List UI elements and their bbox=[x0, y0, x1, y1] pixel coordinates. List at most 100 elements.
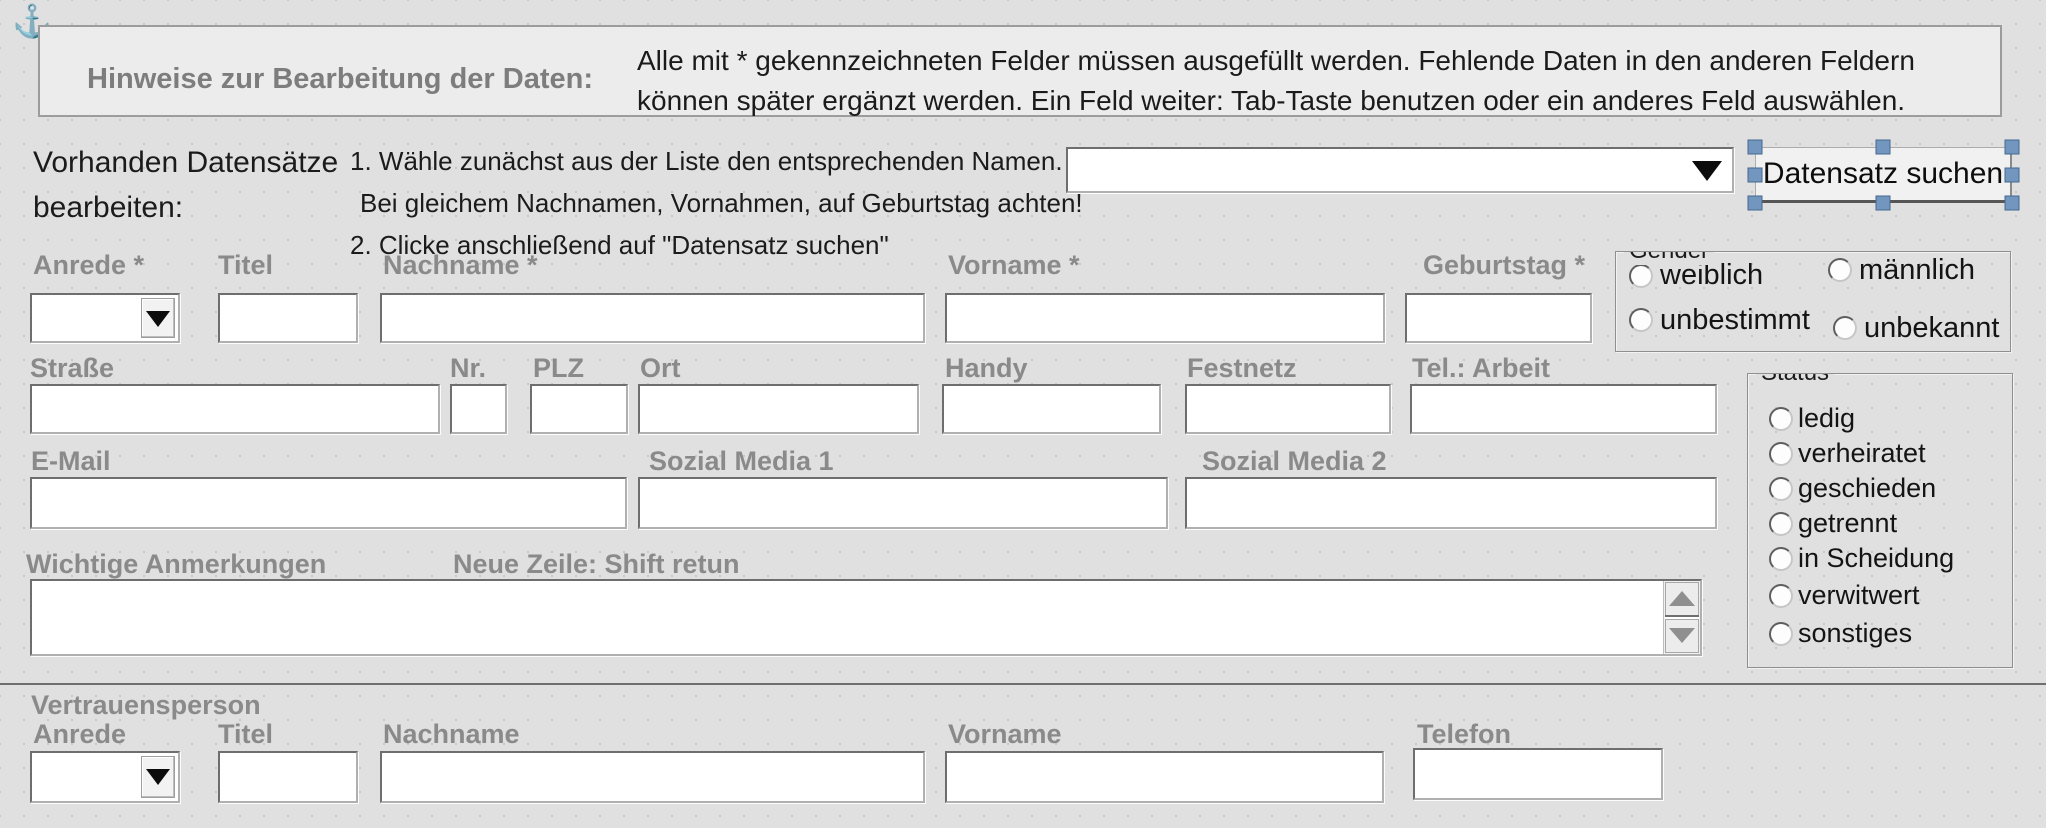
scroll-up-button[interactable] bbox=[1665, 582, 1699, 616]
handy-input[interactable] bbox=[942, 384, 1161, 434]
ort-input[interactable] bbox=[638, 384, 919, 434]
sozial-media-2-input[interactable] bbox=[1185, 477, 1717, 529]
existing-records-label-line1: Vorhanden Datensätze bbox=[33, 140, 338, 185]
titel-input[interactable] bbox=[218, 293, 358, 343]
hint-box-title: Hinweise zur Bearbeitung der Daten: bbox=[87, 63, 593, 96]
tel-arbeit-label: Tel.: Arbeit bbox=[1412, 353, 1550, 384]
plz-input[interactable] bbox=[530, 384, 628, 434]
email-label: E-Mail bbox=[31, 446, 111, 477]
neue-zeile-hint-label: Neue Zeile: Shift retun bbox=[453, 549, 740, 580]
gender-radio-unbestimmt-label[interactable]: unbestimmt bbox=[1660, 304, 1810, 337]
vorname-input[interactable] bbox=[945, 293, 1385, 343]
hint-text-line1: Alle mit * gekennzeichneten Felder müsse… bbox=[637, 41, 1915, 81]
anmerkungen-textarea[interactable] bbox=[32, 581, 1664, 654]
nachname-label: Nachname * bbox=[383, 250, 538, 281]
sozial-media-2-label: Sozial Media 2 bbox=[1202, 446, 1387, 477]
plz-label: PLZ bbox=[533, 353, 584, 384]
strasse-label: Straße bbox=[30, 353, 114, 384]
anmerkungen-label: Wichtige Anmerkungen bbox=[26, 549, 326, 580]
name-search-combobox[interactable] bbox=[1066, 147, 1734, 193]
gender-radio-unbekannt[interactable] bbox=[1833, 316, 1857, 340]
selection-handle-bottom-right[interactable] bbox=[2005, 196, 2020, 211]
status-radio-geschieden[interactable] bbox=[1769, 477, 1793, 501]
search-instruction-2: Bei gleichem Nachnamen, Vornahmen, auf G… bbox=[360, 188, 1083, 219]
anrede-dropdown-button[interactable] bbox=[141, 298, 175, 338]
status-radio-getrennt[interactable] bbox=[1769, 512, 1793, 536]
existing-records-label-line2: bearbeiten: bbox=[33, 185, 183, 230]
sozial-media-1-label: Sozial Media 1 bbox=[649, 446, 834, 477]
gender-group-legend: Gender bbox=[1624, 251, 1714, 265]
status-group: Status ledig verheiratet geschieden getr… bbox=[1747, 373, 2013, 668]
selection-handle-bottom-left[interactable] bbox=[1748, 196, 1763, 211]
vp-vorname-input[interactable] bbox=[945, 751, 1384, 803]
status-group-legend: Status bbox=[1756, 373, 1834, 387]
gender-group: Gender weiblich männlich unbestimmt unbe… bbox=[1615, 251, 2011, 352]
vp-telefon-label: Telefon bbox=[1417, 719, 1511, 750]
strasse-input[interactable] bbox=[30, 384, 440, 434]
status-radio-sonstiges-label[interactable]: sonstiges bbox=[1798, 618, 1912, 649]
handy-label: Handy bbox=[945, 353, 1028, 384]
scroll-down-button[interactable] bbox=[1665, 619, 1699, 653]
selection-handle-top-left[interactable] bbox=[1748, 140, 1763, 155]
geburtstag-label: Geburtstag * bbox=[1423, 250, 1585, 281]
sozial-media-1-input[interactable] bbox=[638, 477, 1168, 529]
selection-handle-top-right[interactable] bbox=[2005, 140, 2020, 155]
festnetz-input[interactable] bbox=[1185, 384, 1391, 434]
status-radio-getrennt-label[interactable]: getrennt bbox=[1798, 508, 1897, 539]
selection-handle-top-middle[interactable] bbox=[1876, 140, 1891, 155]
vp-anrede-dropdown[interactable] bbox=[30, 751, 180, 803]
selection-handle-middle-left[interactable] bbox=[1748, 168, 1763, 183]
status-radio-verwitwert-label[interactable]: verwitwert bbox=[1798, 580, 1920, 611]
gender-radio-unbestimmt[interactable] bbox=[1629, 308, 1653, 332]
selection-handle-middle-right[interactable] bbox=[2005, 168, 2020, 183]
status-radio-ledig-label[interactable]: ledig bbox=[1798, 403, 1855, 434]
ort-label: Ort bbox=[640, 353, 681, 384]
vp-nachname-label: Nachname bbox=[383, 719, 520, 750]
vp-titel-label: Titel bbox=[218, 719, 273, 750]
anrede-label: Anrede * bbox=[33, 250, 144, 281]
status-radio-geschieden-label[interactable]: geschieden bbox=[1798, 473, 1936, 504]
tel-arbeit-input[interactable] bbox=[1410, 384, 1717, 434]
status-radio-sonstiges[interactable] bbox=[1769, 622, 1793, 646]
dropdown-arrow-icon[interactable] bbox=[1692, 161, 1722, 181]
gender-radio-weiblich[interactable] bbox=[1629, 264, 1653, 288]
scroll-up-arrow-icon bbox=[1669, 591, 1695, 606]
status-radio-in-scheidung[interactable] bbox=[1769, 547, 1793, 571]
status-radio-verheiratet-label[interactable]: verheiratet bbox=[1798, 438, 1926, 469]
search-instruction-1: 1. Wähle zunächst aus der Liste den ents… bbox=[350, 146, 1063, 177]
gender-radio-maennlich-label[interactable]: männlich bbox=[1859, 254, 1975, 287]
status-radio-verheiratet[interactable] bbox=[1769, 442, 1793, 466]
geburtstag-input[interactable] bbox=[1405, 293, 1592, 343]
titel-label: Titel bbox=[218, 250, 273, 281]
nr-label: Nr. bbox=[450, 353, 486, 384]
status-radio-ledig[interactable] bbox=[1769, 407, 1793, 431]
hint-box: Hinweise zur Bearbeitung der Daten: Alle… bbox=[38, 25, 2002, 117]
anmerkungen-scrollbar[interactable] bbox=[1663, 581, 1700, 654]
vp-telefon-input[interactable] bbox=[1413, 748, 1663, 800]
vp-anrede-label: Anrede bbox=[33, 719, 126, 750]
vorname-label: Vorname * bbox=[948, 250, 1080, 281]
vp-vorname-label: Vorname bbox=[948, 719, 1062, 750]
anmerkungen-textarea-frame bbox=[30, 579, 1702, 656]
hint-text-line2: können später ergänzt werden. Ein Feld w… bbox=[637, 81, 1905, 121]
gender-radio-maennlich[interactable] bbox=[1828, 258, 1852, 282]
nr-input[interactable] bbox=[450, 384, 507, 434]
selection-handle-bottom-middle[interactable] bbox=[1876, 196, 1891, 211]
vp-anrede-dropdown-button[interactable] bbox=[141, 756, 175, 798]
gender-radio-unbekannt-label[interactable]: unbekannt bbox=[1864, 312, 1999, 345]
vertrauensperson-section-label: Vertrauensperson bbox=[31, 690, 261, 721]
email-input[interactable] bbox=[30, 477, 627, 529]
form-canvas: ⚓ Hinweise zur Bearbeitung der Daten: Al… bbox=[0, 0, 2046, 828]
status-radio-verwitwert[interactable] bbox=[1769, 584, 1793, 608]
status-radio-in-scheidung-label[interactable]: in Scheidung bbox=[1798, 543, 1954, 574]
festnetz-label: Festnetz bbox=[1187, 353, 1297, 384]
vp-titel-input[interactable] bbox=[218, 751, 358, 803]
dropdown-arrow-icon bbox=[146, 311, 170, 327]
scroll-down-arrow-icon bbox=[1669, 628, 1695, 643]
vp-nachname-input[interactable] bbox=[380, 751, 925, 803]
datensatz-suchen-button-label: Datensatz suchen bbox=[1763, 157, 2003, 191]
dropdown-arrow-icon bbox=[146, 769, 170, 785]
anrede-dropdown[interactable] bbox=[30, 293, 180, 343]
section-divider bbox=[0, 683, 2046, 685]
nachname-input[interactable] bbox=[380, 293, 925, 343]
